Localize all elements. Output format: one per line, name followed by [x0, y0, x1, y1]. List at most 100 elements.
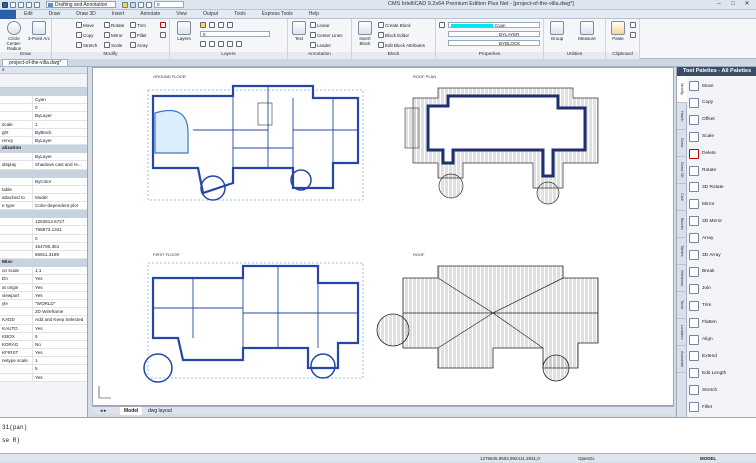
copy-clip-button[interactable] — [630, 32, 636, 38]
property-value[interactable]: ByBlock — [33, 129, 87, 136]
palette-tool[interactable]: Flatten — [689, 316, 717, 330]
property-row[interactable]: 86811.3189 — [0, 251, 87, 260]
property-value[interactable]: "WORLD" — [33, 300, 87, 307]
property-row[interactable]: ByLayer — [0, 112, 87, 121]
property-row[interactable]: viewport Yes — [0, 291, 87, 300]
new-icon[interactable] — [10, 2, 16, 8]
palette-tool[interactable]: Trim — [689, 299, 711, 313]
minimize-button[interactable]: – — [712, 0, 726, 9]
palette-tab[interactable]: Draw 3D — [677, 157, 687, 184]
tab-draw-3d[interactable]: Draw 3D — [68, 10, 103, 19]
layer-quick-combo[interactable]: 0 — [154, 1, 184, 8]
tab-tools[interactable]: Tools — [226, 10, 254, 19]
layer-off-icon[interactable] — [227, 41, 233, 47]
property-value[interactable]: 786873.1341 — [33, 226, 87, 233]
selection-dropdown[interactable] — [0, 74, 87, 88]
palette-tool[interactable]: Break — [689, 265, 715, 279]
palette-tool[interactable]: Array — [689, 231, 713, 245]
property-value[interactable]: Color-dependent plot — [33, 202, 87, 209]
linetype-combo[interactable]: BYLAYER — [448, 31, 540, 37]
tab-view[interactable]: View — [168, 10, 195, 19]
property-row[interactable]: 786873.1341 — [0, 226, 87, 235]
property-value[interactable]: Yes — [33, 325, 87, 332]
property-row[interactable]: KDRAG No — [0, 340, 87, 350]
palette-tool[interactable]: 3D Mirror — [689, 214, 722, 228]
palette-tool[interactable]: Align — [689, 333, 713, 347]
property-row[interactable]: scale 1 — [0, 120, 87, 129]
property-row[interactable]: ght ByBlock — [0, 128, 87, 137]
property-row[interactable]: Cyan — [0, 96, 87, 105]
property-value[interactable]: 5 — [33, 333, 87, 340]
text-button[interactable]: Text — [290, 21, 308, 41]
layer-previous-icon[interactable] — [209, 41, 215, 47]
property-row[interactable]: Yes — [0, 373, 87, 382]
arc-button[interactable]: 3-Point Arc — [27, 21, 51, 41]
property-row[interactable]: 2D Wireframe — [0, 308, 87, 317]
open-icon[interactable] — [18, 2, 24, 8]
layer-freeze-icon[interactable] — [209, 22, 215, 28]
property-value[interactable]: Shadows cast and re... — [33, 161, 87, 168]
rotate-button[interactable]: Rotate — [104, 22, 124, 28]
center-lines-button[interactable]: Center Lines — [310, 32, 343, 38]
property-value[interactable]: Model — [33, 194, 87, 201]
property-row[interactable]: KFIRST Yes — [0, 349, 87, 358]
property-value[interactable]: 1 — [33, 121, 87, 128]
property-value[interactable]: 0 — [33, 235, 87, 242]
copy-button[interactable]: Copy — [76, 32, 94, 38]
erase-button[interactable] — [160, 22, 166, 28]
property-value[interactable]: 1 — [33, 357, 87, 364]
workspace-selector[interactable]: Drafting and Annotation — [46, 1, 116, 8]
group-button[interactable]: Group — [546, 21, 568, 41]
palette-tool[interactable]: Move — [689, 79, 714, 93]
palette-tool[interactable]: Extend — [689, 349, 717, 363]
palette-tab[interactable]: Tools — [677, 292, 687, 319]
color-combo[interactable]: Cyan — [448, 22, 540, 28]
tab-dwg-layout[interactable]: dwg layout — [144, 407, 176, 415]
palette-tab[interactable]: Blocks — [677, 211, 687, 238]
property-row[interactable]: display Shadows cast and re... — [0, 161, 87, 170]
palette-tool[interactable]: Delete — [689, 147, 716, 161]
property-row[interactable]: KAUTO Yes — [0, 324, 87, 333]
cut-button[interactable] — [630, 22, 636, 28]
property-row[interactable]: rency ByLayer — [0, 136, 87, 146]
tab-edit[interactable]: Edit — [16, 10, 41, 19]
tab-output[interactable]: Output — [195, 10, 226, 19]
document-tab[interactable]: project-of-the-villa.dwg* — [2, 59, 69, 67]
application-menu-button[interactable] — [0, 9, 16, 19]
lightbulb-icon[interactable] — [122, 1, 128, 8]
property-value[interactable]: Yes — [33, 349, 87, 356]
property-row[interactable]: Dn Yes — [0, 275, 87, 284]
layer-color-icon[interactable] — [227, 22, 233, 28]
palette-tool[interactable]: Fillet — [689, 400, 712, 414]
property-row[interactable]: e type Color-dependent plot — [0, 202, 87, 211]
circle-button[interactable]: Circle Center-Radius — [2, 21, 26, 51]
layers-button[interactable]: Layers — [173, 21, 195, 41]
layer-match-icon[interactable] — [200, 41, 206, 47]
layer-combo[interactable]: 0 — [200, 31, 270, 37]
tab-help[interactable]: Help — [301, 10, 327, 19]
palette-tab[interactable]: Annotate — [677, 346, 687, 373]
trim-button[interactable]: Trim — [130, 22, 146, 28]
layer-isolate-icon[interactable] — [218, 41, 224, 47]
property-value[interactable]: Yes — [33, 284, 87, 291]
property-value[interactable]: ByLayer — [33, 153, 87, 160]
tab-model[interactable]: Model — [120, 407, 143, 415]
property-value[interactable]: 154780.361 — [33, 243, 87, 250]
property-row[interactable]: yle "WORLD" — [0, 299, 87, 309]
property-value[interactable]: 86811.3189 — [33, 251, 87, 258]
tab-draw[interactable]: Draw — [41, 10, 69, 19]
property-value[interactable]: Yes — [33, 374, 87, 381]
property-row[interactable]: on scale 1:1 — [0, 267, 87, 276]
property-row[interactable]: 0 — [0, 234, 87, 243]
palette-tab[interactable]: Draw — [677, 130, 687, 157]
property-value[interactable]: 0 — [33, 104, 87, 111]
property-row[interactable]: KADD Add and Keep Selected — [0, 316, 87, 325]
array-button[interactable]: Array — [130, 42, 148, 48]
property-value[interactable]: ByColor — [33, 178, 87, 185]
palette-tool[interactable]: Edit Length — [689, 366, 726, 380]
explode-button[interactable] — [160, 32, 166, 38]
nav-arrows-icon[interactable]: ◂ ▸ — [96, 407, 110, 415]
color-square-icon[interactable] — [146, 1, 152, 8]
palette-tab[interactable]: Windows — [677, 265, 687, 292]
property-row[interactable]: 5 — [0, 365, 87, 374]
